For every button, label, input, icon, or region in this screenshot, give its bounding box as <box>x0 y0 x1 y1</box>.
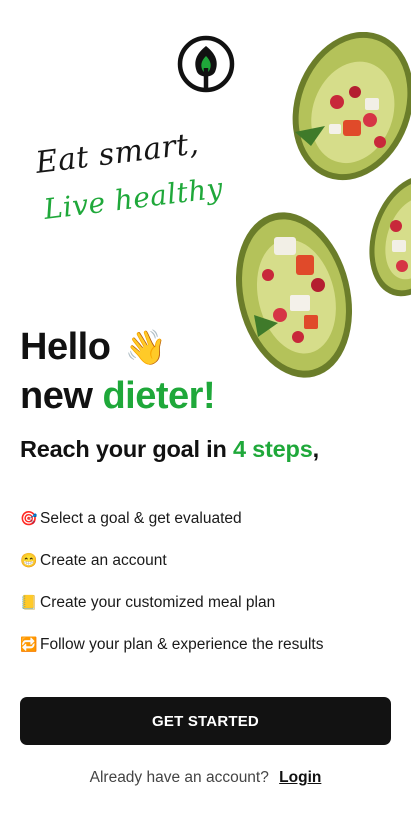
step-item: 😁 Create an account <box>20 550 323 571</box>
notebook-icon: 📒 <box>20 594 38 610</box>
login-link[interactable]: Login <box>279 769 321 786</box>
step-item: 📒 Create your customized meal plan <box>20 592 323 613</box>
new-text: new <box>20 375 93 417</box>
waving-hand-icon: 👋 <box>124 329 167 367</box>
step-item: 🔁 Follow your plan & experience the resu… <box>20 634 323 655</box>
avocado-salad-image <box>369 175 411 297</box>
steps-heading: Reach your goal in 4 steps, <box>20 436 319 463</box>
hello-text: Hello <box>20 326 111 368</box>
tagline: Eat smart, Live healthy <box>34 126 226 226</box>
leaf-logo-icon <box>177 35 235 93</box>
tagline-line2: Live healthy <box>41 171 225 226</box>
get-started-button[interactable]: GET STARTED <box>20 697 391 745</box>
avocado-salad-image <box>292 32 411 181</box>
grinning-face-icon: 😁 <box>20 552 38 568</box>
step-label: Select a goal & get evaluated <box>40 509 242 527</box>
step-label: Create an account <box>40 551 167 569</box>
login-row: Already have an account? Login <box>0 769 411 787</box>
repeat-icon: 🔁 <box>20 636 38 652</box>
steps-count-highlight: 4 steps <box>232 436 313 462</box>
hero-heading: Hello 👋 new dieter! <box>20 323 216 420</box>
avocado-salad-image <box>235 212 353 378</box>
target-icon: 🎯 <box>20 510 38 526</box>
step-item: 🎯 Select a goal & get evaluated <box>20 508 323 529</box>
step-label: Create your customized meal plan <box>40 593 276 611</box>
tagline-line1: Eat smart, <box>33 126 201 181</box>
steps-heading-prefix: Reach your goal in <box>20 436 227 462</box>
steps-list: 🎯 Select a goal & get evaluated 😁 Create… <box>20 508 323 676</box>
login-prompt: Already have an account? <box>89 769 269 786</box>
step-label: Follow your plan & experience the result… <box>40 635 324 653</box>
dieter-text: dieter! <box>102 375 216 417</box>
steps-heading-suffix: , <box>312 436 320 462</box>
